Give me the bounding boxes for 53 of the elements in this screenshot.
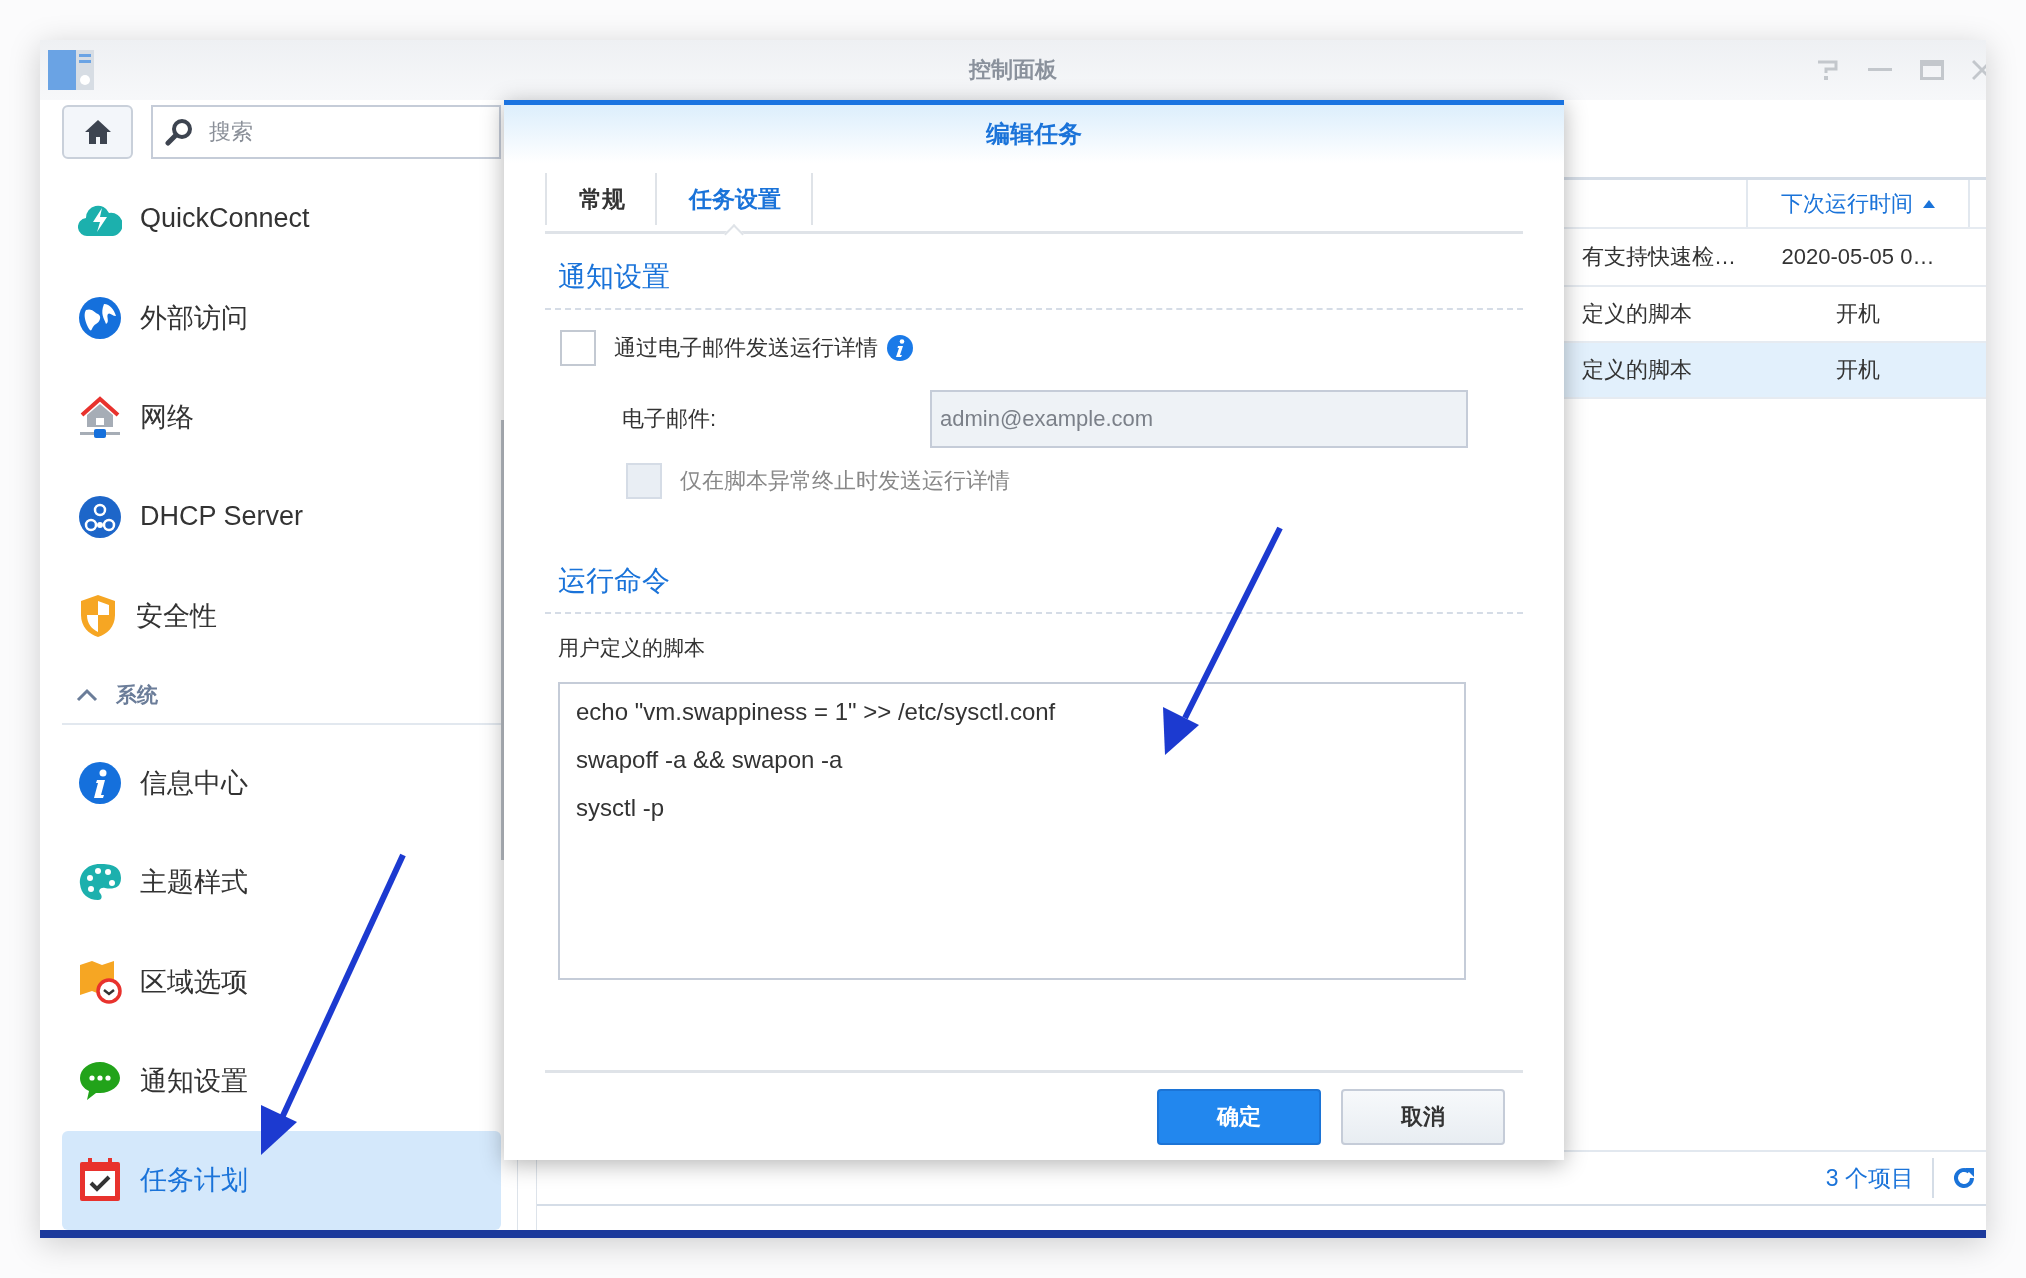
sidebar-item[interactable]: 网络	[62, 367, 501, 468]
info-icon[interactable]	[886, 334, 914, 362]
field-label: 电子邮件:	[622, 405, 718, 433]
sidebar-item[interactable]: 任务计划	[62, 1130, 501, 1231]
sidebar-item[interactable]: 主题样式	[62, 832, 501, 932]
chevron-up-icon	[76, 687, 98, 702]
checkbox-label: 通过电子邮件发送运行详情	[614, 334, 878, 362]
sidebar-item[interactable]: 安全性	[62, 566, 501, 666]
field-label: 用户定义的脚本	[557, 635, 706, 661]
table-cell: 2020-05-05 0…	[1781, 244, 1935, 269]
calendar-check-icon	[78, 1157, 122, 1204]
sidebar-item[interactable]: 信息中心	[62, 733, 501, 833]
home-button[interactable]	[62, 105, 133, 159]
table-cell: 开机	[1836, 301, 1880, 326]
sidebar-item[interactable]: 区域选项	[62, 932, 501, 1032]
checkbox-label: 仅在脚本异常终止时发送运行详情	[680, 467, 1010, 495]
window-title: 控制面板	[969, 56, 1057, 84]
confirm-button[interactable]: 确定	[1157, 1088, 1321, 1145]
search-icon	[165, 118, 193, 146]
home-icon	[83, 118, 112, 146]
globe-icon	[78, 296, 122, 340]
map-clock-icon	[78, 958, 122, 1005]
table-cell: 定义的脚本	[1582, 357, 1692, 382]
sidebar-item[interactable]: 通知设置	[62, 1031, 501, 1131]
sort-up-icon	[1923, 199, 1935, 208]
close-icon[interactable]	[1972, 59, 1986, 81]
column-header[interactable]: 下次运行时间	[1746, 180, 1970, 227]
table-cell: 开机	[1836, 357, 1880, 382]
cancel-button[interactable]: 取消	[1341, 1088, 1505, 1145]
app-icon	[48, 50, 94, 90]
table-cell: 定义的脚本	[1582, 301, 1692, 326]
sidebar-item[interactable]: QuickConnect	[62, 169, 501, 269]
tab[interactable]: 任务设置	[655, 173, 813, 225]
shield-icon	[78, 593, 118, 640]
maximize-icon[interactable]	[1920, 60, 1944, 80]
item-count: 3 个项目	[1825, 1158, 1934, 1198]
network-nodes-icon	[78, 494, 122, 539]
search-field[interactable]: 搜索	[151, 105, 501, 159]
checkbox[interactable]	[560, 330, 596, 366]
tab[interactable]: 常规	[545, 173, 655, 225]
section-heading: 通知设置	[558, 261, 670, 292]
palette-icon	[78, 862, 122, 903]
sidebar-item[interactable]: DHCP Server	[62, 467, 501, 567]
info-icon	[78, 761, 122, 805]
help-icon[interactable]	[1816, 59, 1840, 81]
dialog-title: 编辑任务	[986, 119, 1082, 149]
minimize-icon[interactable]	[1868, 68, 1892, 72]
section-heading: 运行命令	[558, 565, 670, 596]
house-network-icon	[78, 395, 122, 440]
script-field[interactable]: echo "vm.swappiness = 1" >> /etc/sysctl.conf swapoff -a && swapon -a sysctl -p	[558, 682, 1466, 980]
sidebar-item[interactable]: 外部访问	[62, 268, 501, 368]
email-field: admin@example.com	[930, 390, 1468, 448]
table-cell: 有支持快速检…	[1582, 244, 1736, 269]
